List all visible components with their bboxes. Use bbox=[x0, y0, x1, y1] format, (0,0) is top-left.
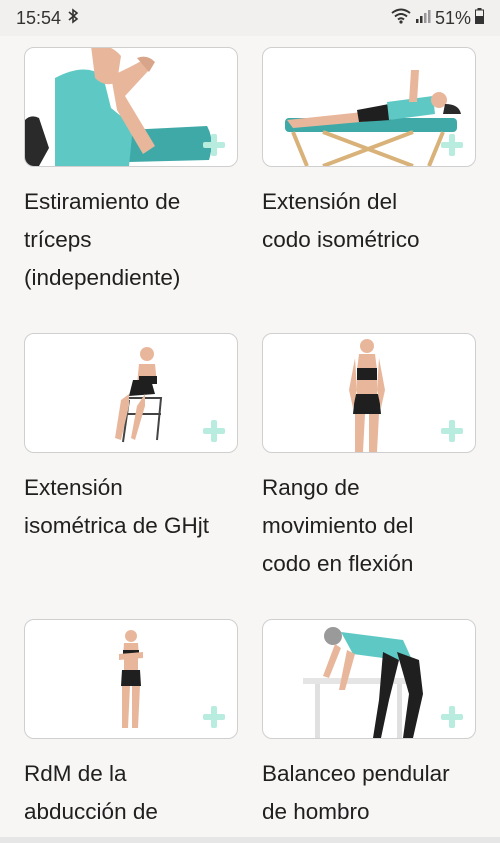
exercise-card[interactable]: RdM de la abducción de bbox=[24, 619, 238, 831]
exercise-card[interactable]: Rango de movimiento del codo en flexión bbox=[262, 333, 476, 583]
title-line: Balanceo pendular bbox=[262, 761, 450, 786]
bottom-divider bbox=[0, 837, 500, 843]
add-icon[interactable] bbox=[441, 706, 463, 728]
status-right: 51% bbox=[391, 7, 484, 29]
exercise-card[interactable]: Balanceo pendular de hombro bbox=[262, 619, 476, 831]
exercise-thumbnail[interactable] bbox=[262, 619, 476, 739]
wifi-icon bbox=[391, 8, 411, 29]
title-line: Extensión del bbox=[262, 189, 398, 214]
exercise-thumbnail[interactable] bbox=[24, 47, 238, 167]
title-line: codo en flexión bbox=[262, 551, 414, 576]
add-icon[interactable] bbox=[441, 134, 463, 156]
exercise-card[interactable]: Extensión isométrica de GHjt bbox=[24, 333, 238, 545]
signal-icon bbox=[415, 8, 431, 29]
title-line: movimiento del bbox=[262, 513, 414, 538]
title-line: codo isométrico bbox=[262, 227, 420, 252]
title-line: isométrica de GHjt bbox=[24, 513, 210, 538]
exercise-card[interactable]: Estiramiento de tríceps (independiente) bbox=[24, 47, 238, 297]
exercise-title[interactable]: RdM de la abducción de bbox=[24, 755, 254, 831]
add-icon[interactable] bbox=[203, 706, 225, 728]
battery-level: 51% bbox=[434, 7, 471, 28]
exercise-title[interactable]: Extensión del codo isométrico bbox=[262, 183, 492, 259]
title-line: (independiente) bbox=[24, 265, 181, 290]
battery-icon bbox=[475, 7, 484, 29]
status-bar: 15:54 51% bbox=[0, 0, 500, 36]
exercise-thumbnail[interactable] bbox=[262, 333, 476, 453]
title-line: RdM de la bbox=[24, 761, 127, 786]
exercise-title[interactable]: Extensión isométrica de GHjt bbox=[24, 469, 254, 545]
status-time: 15:54 bbox=[16, 7, 62, 28]
bluetooth-icon bbox=[67, 7, 79, 29]
exercise-card[interactable]: Extensión del codo isométrico bbox=[262, 47, 476, 259]
add-icon[interactable] bbox=[203, 134, 225, 156]
add-icon[interactable] bbox=[203, 420, 225, 442]
title-line: abducción de bbox=[24, 799, 158, 824]
exercise-thumbnail[interactable] bbox=[24, 619, 238, 739]
status-left: 15:54 bbox=[16, 8, 79, 29]
title-line: Estiramiento de bbox=[24, 189, 181, 214]
title-line: de hombro bbox=[262, 799, 370, 824]
exercise-thumbnail[interactable] bbox=[24, 333, 238, 453]
exercise-title[interactable]: Rango de movimiento del codo en flexión bbox=[262, 469, 492, 583]
exercise-thumbnail[interactable] bbox=[262, 47, 476, 167]
title-line: Rango de bbox=[262, 475, 360, 500]
add-icon[interactable] bbox=[441, 420, 463, 442]
title-line: Extensión bbox=[24, 475, 123, 500]
title-line: tríceps bbox=[24, 227, 92, 252]
exercise-title[interactable]: Estiramiento de tríceps (independiente) bbox=[24, 183, 254, 297]
exercise-title[interactable]: Balanceo pendular de hombro bbox=[262, 755, 492, 831]
